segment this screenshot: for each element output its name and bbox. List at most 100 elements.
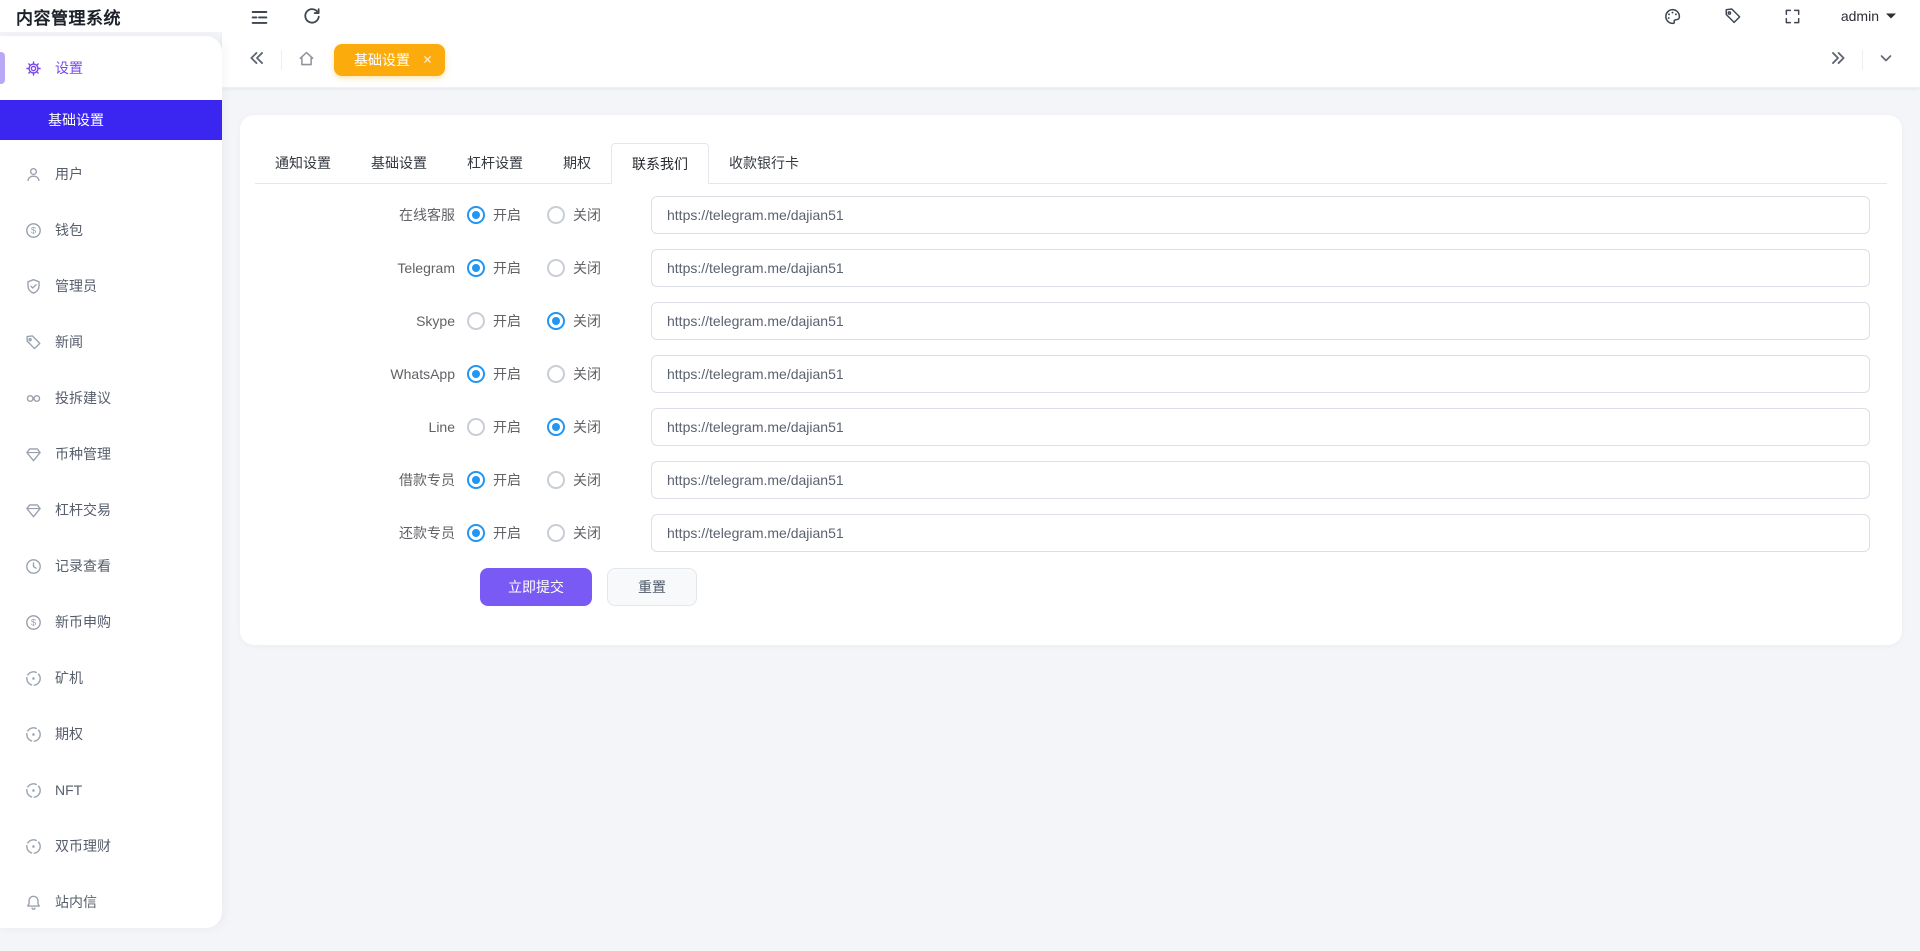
sidebar-item[interactable]: 站内信 <box>0 876 222 928</box>
caret-down-icon <box>1886 13 1896 19</box>
form-row: 借款专员开启关闭 <box>255 461 1870 499</box>
radio-off[interactable]: 关闭 <box>547 205 601 225</box>
close-icon[interactable] <box>422 54 433 65</box>
sidebar-item-label: 管理员 <box>55 276 97 296</box>
radio-on[interactable]: 开启 <box>467 523 521 543</box>
sidebar-item[interactable]: 新闻 <box>0 316 222 368</box>
username: admin <box>1841 8 1879 24</box>
theme-button[interactable] <box>1661 5 1684 28</box>
sidebar-item-label: 设置 <box>55 58 83 78</box>
sidebar-item[interactable]: 用户 <box>0 148 222 200</box>
radio-circle-icon <box>467 206 485 224</box>
radio-on[interactable]: 开启 <box>467 311 521 331</box>
page-tabbar: 基础设置 <box>222 32 1920 88</box>
url-input[interactable] <box>651 461 1870 499</box>
sidebar-item[interactable]: 矿机 <box>0 652 222 704</box>
radio-on[interactable]: 开启 <box>467 258 521 278</box>
radio-off[interactable]: 关闭 <box>547 258 601 278</box>
sidebar-item[interactable]: 双币理财 <box>0 820 222 872</box>
form-row: Skype开启关闭 <box>255 302 1870 340</box>
menu-fold-icon <box>250 7 269 26</box>
sidebar-item-label: 双币理财 <box>55 836 111 856</box>
chevrons-right-icon <box>1829 49 1847 70</box>
sidebar-subitem-active[interactable]: 基础设置 <box>0 100 222 140</box>
form-row: Line 开启 关闭 <box>255 408 1870 446</box>
sidebar-item-label: 期权 <box>55 724 83 744</box>
radio-circle-icon <box>547 524 565 542</box>
field-label: Line <box>255 419 467 435</box>
sidebar-item[interactable]: 设置 <box>0 42 222 94</box>
field-label: 在线客服 <box>255 205 467 225</box>
form-row: WhatsApp开启关闭 <box>255 355 1870 393</box>
user-menu[interactable]: admin <box>1841 8 1896 24</box>
radio-group: 开启 关闭 <box>467 258 651 278</box>
scroll-tabs-right-button[interactable] <box>1827 47 1849 72</box>
sidebar-item-label: NFT <box>55 782 82 798</box>
radio-on[interactable]: 开启 <box>467 364 521 384</box>
radio-circle-icon <box>547 471 565 489</box>
sidebar-subitem-label: 基础设置 <box>48 110 104 130</box>
radio-off[interactable]: 关闭 <box>547 417 601 437</box>
radio-label: 关闭 <box>573 523 601 543</box>
sidebar-item-label: 币种管理 <box>55 444 111 464</box>
radio-label: 关闭 <box>573 417 601 437</box>
sidebar-item-label: 用户 <box>55 164 83 184</box>
tab-options-button[interactable] <box>1876 48 1896 71</box>
radio-on[interactable]: 开启 <box>467 417 521 437</box>
tab-联系我们[interactable]: 联系我们 <box>611 143 709 184</box>
fullscreen-button[interactable] <box>1782 6 1803 27</box>
radio-on[interactable]: 开启 <box>467 205 521 225</box>
url-input[interactable] <box>651 408 1870 446</box>
sidebar-item-label: 记录查看 <box>55 556 111 576</box>
url-input[interactable] <box>651 355 1870 393</box>
radio-circle-icon <box>467 418 485 436</box>
radio-off[interactable]: 关闭 <box>547 364 601 384</box>
radio-off[interactable]: 关闭 <box>547 311 601 331</box>
url-input[interactable] <box>651 196 1870 234</box>
radio-label: 开启 <box>493 417 521 437</box>
tab-通知设置[interactable]: 通知设置 <box>255 143 351 183</box>
sidebar-item[interactable]: $新币申购 <box>0 596 222 648</box>
refresh-button[interactable] <box>301 5 323 27</box>
sidebar-item[interactable]: 投拆建议 <box>0 372 222 424</box>
open-tab-label: 基础设置 <box>354 50 410 70</box>
tab-杠杆设置[interactable]: 杠杆设置 <box>447 143 543 183</box>
url-input[interactable] <box>651 514 1870 552</box>
radio-circle-icon <box>467 524 485 542</box>
sidebar-item[interactable]: NFT <box>0 764 222 816</box>
submit-button[interactable]: 立即提交 <box>480 568 592 606</box>
sidebar-item[interactable]: $钱包 <box>0 204 222 256</box>
user-icon <box>25 166 42 183</box>
radio-on[interactable]: 开启 <box>467 470 521 490</box>
sidebar-item[interactable]: 杠杆交易 <box>0 484 222 536</box>
circle-dot-icon <box>25 670 42 687</box>
settings-tabs: 通知设置基础设置杠杆设置期权联系我们收款银行卡 <box>255 143 1887 184</box>
tab-基础设置[interactable]: 基础设置 <box>351 143 447 183</box>
shield-icon <box>25 278 42 295</box>
radio-circle-icon <box>547 206 565 224</box>
sidebar-item[interactable]: 管理员 <box>0 260 222 312</box>
app-header: 内容管理系统 <box>0 0 1920 32</box>
reset-button[interactable]: 重置 <box>607 568 697 606</box>
url-input[interactable] <box>651 249 1870 287</box>
radio-circle-icon <box>547 418 565 436</box>
chevrons-left-icon <box>248 49 266 70</box>
home-button[interactable] <box>295 47 318 73</box>
dollar-icon: $ <box>25 222 42 239</box>
tab-收款银行卡[interactable]: 收款银行卡 <box>709 143 819 183</box>
tab-期权[interactable]: 期权 <box>543 143 611 183</box>
sidebar-item[interactable]: 记录查看 <box>0 540 222 592</box>
sidebar-item[interactable]: 期权 <box>0 708 222 760</box>
collapse-sidebar-button[interactable] <box>246 47 268 72</box>
radio-group: 开启 关闭 <box>467 364 651 384</box>
menu-fold-button[interactable] <box>248 5 271 28</box>
url-input[interactable] <box>651 302 1870 340</box>
sidebar-item[interactable]: 币种管理 <box>0 428 222 480</box>
sidebar: 设置基础设置用户 $钱包管理员新闻投拆建议币种管理杠杆交易记录查看 $新币申购矿机期… <box>0 36 222 928</box>
tags-button[interactable] <box>1722 5 1744 27</box>
open-tab-pill[interactable]: 基础设置 <box>334 44 445 76</box>
svg-text:$: $ <box>31 225 36 235</box>
radio-off[interactable]: 关闭 <box>547 523 601 543</box>
divider <box>1862 50 1863 70</box>
radio-off[interactable]: 关闭 <box>547 470 601 490</box>
